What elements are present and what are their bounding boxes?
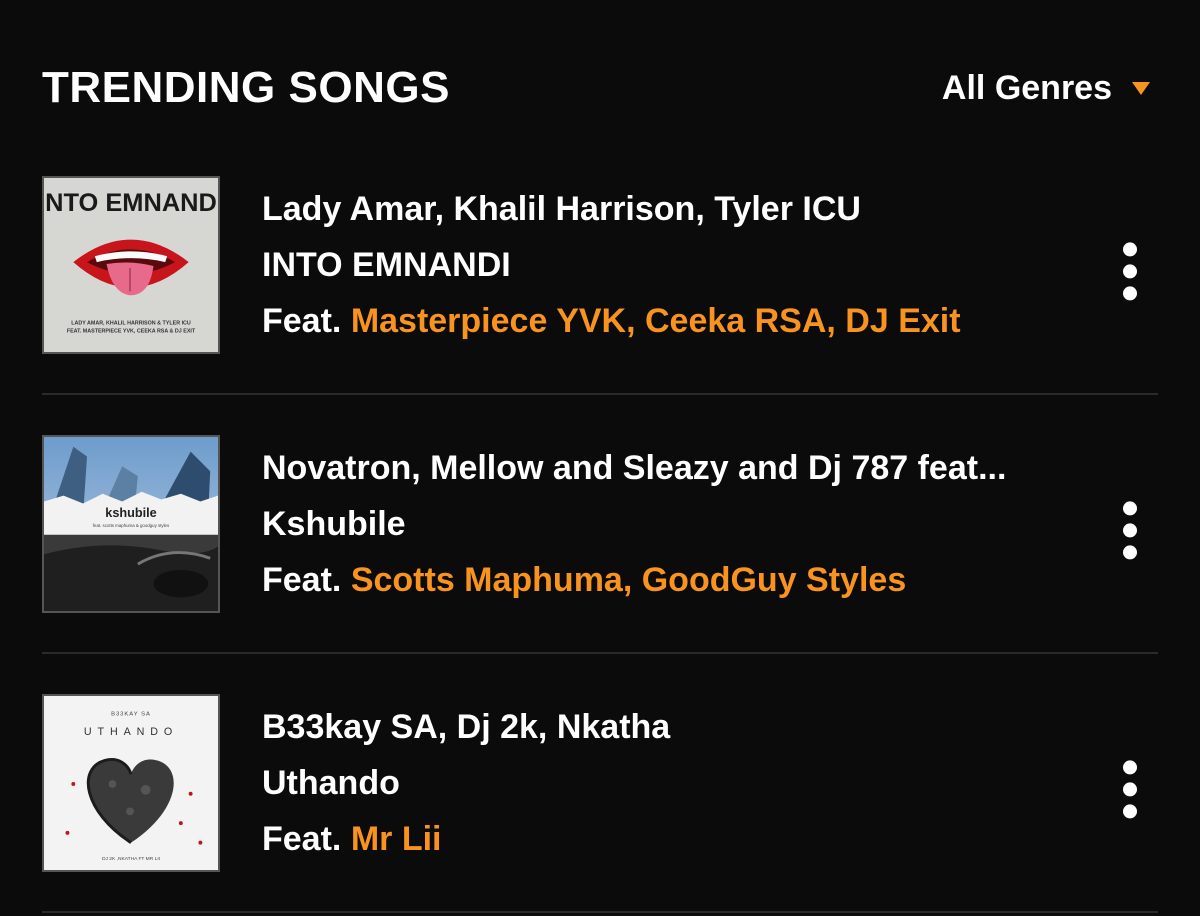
section-title: TRENDING SONGS (42, 63, 450, 112)
feat-prefix: Feat. (262, 819, 342, 858)
more-vertical-icon (1123, 522, 1137, 537)
song-artists[interactable]: Novatron, Mellow and Sleazy and Dj 787 f… (262, 447, 1158, 489)
cover-title-text: INTO EMNANDI (44, 189, 218, 217)
song-featuring: Feat. Mr Lii (262, 818, 1158, 860)
song-meta: B33kay SA, Dj 2k, Nkatha Uthando Feat. M… (262, 706, 1158, 860)
feat-prefix: Feat. (262, 301, 342, 340)
more-vertical-icon (1123, 759, 1137, 774)
more-vertical-icon (1123, 263, 1137, 278)
cover-credits-text: feat. scotts maphuma & goodguy styles (93, 522, 170, 527)
song-row[interactable]: INTO EMNANDI LADY AMAR, KHALIL HARRISON … (42, 136, 1158, 395)
song-title[interactable]: INTO EMNANDI (262, 244, 1158, 286)
song-title[interactable]: Kshubile (262, 503, 1158, 545)
section-header: TRENDING SONGS All Genres (42, 56, 1158, 120)
featured-artists[interactable]: Scotts Maphuma, GoodGuy Styles (351, 561, 906, 599)
album-cover-into-emnandi[interactable]: INTO EMNANDI LADY AMAR, KHALIL HARRISON … (42, 175, 220, 354)
album-cover-kshubile[interactable]: kshubile feat. scotts maphuma & goodguy … (42, 434, 220, 613)
trending-songs-page: TRENDING SONGS All Genres INTO EMNANDI L… (0, 0, 1200, 916)
song-artists[interactable]: Lady Amar, Khalil Harrison, Tyler ICU (262, 188, 1158, 230)
more-vertical-icon (1123, 803, 1137, 818)
more-vertical-icon (1123, 241, 1137, 256)
featured-artists[interactable]: Mr Lii (351, 820, 442, 858)
cover-credits-text: LADY AMAR, KHALIL HARRISON & TYLER ICU (71, 320, 191, 326)
album-cover-uthando[interactable]: B33KAY SA UTHANDO DJ 2K ,NKATHA FT MR LI… (42, 693, 220, 872)
more-options-button[interactable] (1110, 231, 1150, 311)
more-options-button[interactable] (1110, 490, 1150, 570)
song-row[interactable]: B33KAY SA UTHANDO DJ 2K ,NKATHA FT MR LI… (42, 654, 1158, 913)
more-vertical-icon (1123, 500, 1137, 515)
genre-filter-dropdown[interactable]: All Genres (942, 69, 1158, 108)
more-vertical-icon (1123, 285, 1137, 300)
song-featuring: Feat. Masterpiece YVK, Ceeka RSA, DJ Exi… (262, 300, 1158, 342)
featured-artists[interactable]: Masterpiece YVK, Ceeka RSA, DJ Exit (351, 302, 961, 340)
more-options-button[interactable] (1110, 749, 1150, 829)
album-cover-art: B33KAY SA UTHANDO DJ 2K ,NKATHA FT MR LI… (44, 695, 218, 870)
song-list: INTO EMNANDI LADY AMAR, KHALIL HARRISON … (42, 136, 1158, 913)
song-meta: Novatron, Mellow and Sleazy and Dj 787 f… (262, 447, 1158, 601)
cover-title-text: kshubile (105, 506, 156, 520)
feat-prefix: Feat. (262, 560, 342, 599)
song-featuring: Feat. Scotts Maphuma, GoodGuy Styles (262, 559, 1158, 601)
cover-credits-text-2: FEAT. MASTERPIECE YVK, CEEKA RSA & DJ EX… (67, 328, 196, 334)
genre-filter-label: All Genres (941, 68, 1112, 107)
more-vertical-icon (1123, 544, 1137, 559)
album-cover-art: kshubile feat. scotts maphuma & goodguy … (44, 436, 218, 611)
cover-title-text: UTHANDO (84, 726, 178, 738)
song-title[interactable]: Uthando (262, 762, 1158, 804)
cover-artist-text: B33KAY SA (111, 711, 151, 717)
song-row[interactable]: kshubile feat. scotts maphuma & goodguy … (42, 395, 1158, 654)
song-meta: Lady Amar, Khalil Harrison, Tyler ICU IN… (262, 188, 1158, 342)
song-artists[interactable]: B33kay SA, Dj 2k, Nkatha (262, 706, 1158, 748)
caret-down-icon (1132, 81, 1150, 95)
more-vertical-icon (1123, 781, 1137, 796)
cover-credits-text: DJ 2K ,NKATHA FT MR LII (102, 856, 160, 862)
album-cover-art: INTO EMNANDI LADY AMAR, KHALIL HARRISON … (44, 177, 218, 352)
